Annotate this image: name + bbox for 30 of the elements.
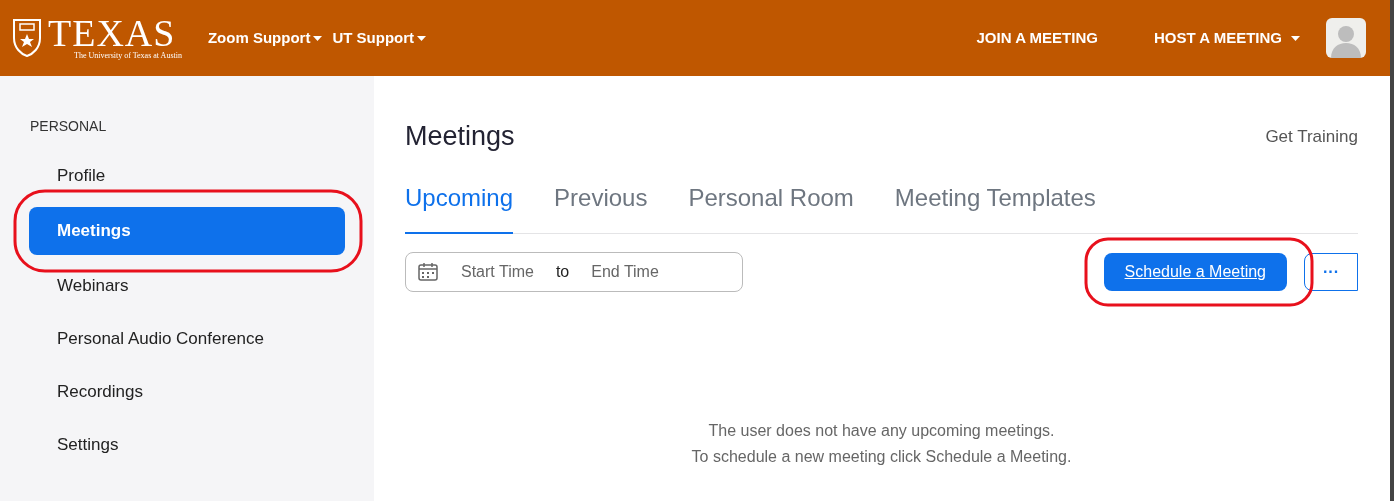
schedule-meeting-button[interactable]: Schedule a Meeting [1103, 252, 1287, 291]
shield-seal-icon [12, 18, 42, 58]
date-range-field[interactable]: Start Time to End Time [405, 251, 743, 292]
end-time-placeholder: End Time [591, 261, 659, 282]
sidebar-item[interactable]: Webinars [29, 264, 345, 308]
tab[interactable]: Previous [554, 179, 648, 233]
logo-wordmark: TEXAS [48, 15, 176, 51]
tab[interactable]: Personal Room [688, 179, 854, 233]
sidebar-item[interactable]: Profile [29, 154, 345, 198]
tab[interactable]: Upcoming [405, 179, 514, 234]
more-options-button[interactable]: ··· [1304, 252, 1358, 291]
sidebar-item[interactable]: Personal Audio Conference [29, 317, 345, 361]
header-action-link[interactable]: JOIN A MEETING [976, 26, 1098, 50]
logo-subtitle: The University of Texas at Austin [74, 51, 182, 61]
section-heading: PERSONAL [30, 117, 107, 136]
empty-state-text: To schedule a new meeting click Schedule a Meeting. [691, 446, 1072, 467]
header-action-link[interactable]: HOST A MEETING [1153, 26, 1300, 50]
sidebar-item[interactable]: Settings [29, 423, 345, 467]
sidebar-item[interactable]: Meetings [29, 207, 345, 255]
nav-menu-link[interactable]: Zoom Support [207, 26, 323, 50]
empty-state-text: The user does not have any upcoming meetings. [708, 420, 1055, 441]
start-time-placeholder: Start Time [461, 261, 534, 282]
range-separator: to [555, 261, 570, 282]
avatar-icon [1326, 18, 1366, 58]
get-training-link[interactable]: Get Training [1265, 123, 1358, 149]
nav-menu-link[interactable]: UT Support [332, 26, 427, 50]
tab[interactable]: Meeting Templates [894, 179, 1096, 233]
sidebar-item[interactable]: Recordings [29, 370, 345, 414]
calendar-icon [418, 262, 438, 281]
page-title: Meetings [405, 120, 515, 153]
